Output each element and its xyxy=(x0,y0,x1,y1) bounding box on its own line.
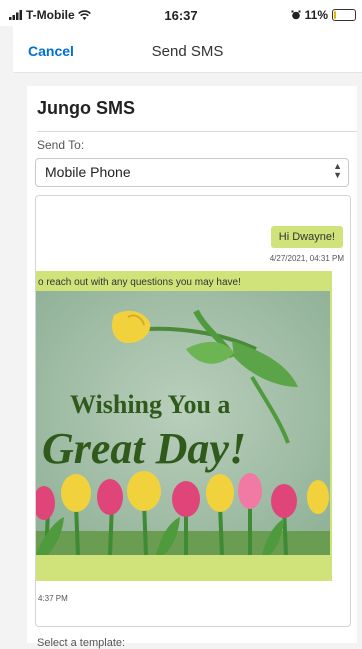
incoming-timestamp: 4:37 PM xyxy=(38,594,68,603)
battery-percent: 11% xyxy=(304,8,328,22)
nav-bar: Cancel Send SMS xyxy=(13,26,362,73)
select-arrows-icon: ▲ ▼ xyxy=(333,161,342,180)
divider xyxy=(37,131,357,132)
card-title: Jungo SMS xyxy=(37,98,135,118)
card-greeting-line1: Wishing You a xyxy=(70,390,230,419)
page-title: Send SMS xyxy=(151,43,224,60)
outgoing-message: Hi Dwayne! xyxy=(270,226,343,248)
card-greeting-line2: Great Day! xyxy=(42,424,246,473)
template-label: Select a template: xyxy=(37,637,126,649)
status-bar: T-Mobile 16:37 11% xyxy=(0,0,362,26)
send-to-label: Send To: xyxy=(37,138,85,152)
battery-icon xyxy=(332,9,356,21)
incoming-message-text: o reach out with any questions you may h… xyxy=(38,277,241,288)
send-to-value: Mobile Phone xyxy=(45,164,131,180)
status-right: 11% xyxy=(291,8,356,22)
greeting-card-image: Wishing You a Great Day! xyxy=(36,291,330,555)
sms-card: Jungo SMS Send To: Mobile Phone ▲ ▼ Hi Dw… xyxy=(27,86,357,649)
send-to-select[interactable]: Mobile Phone ▲ ▼ xyxy=(35,158,349,187)
incoming-mms-message: o reach out with any questions you may h… xyxy=(36,271,332,581)
alarm-icon xyxy=(291,10,301,20)
outgoing-timestamp: 4/27/2021, 04:31 PM xyxy=(269,254,344,263)
message-thread[interactable]: Hi Dwayne! 4/27/2021, 04:31 PM o reach o… xyxy=(35,195,351,627)
